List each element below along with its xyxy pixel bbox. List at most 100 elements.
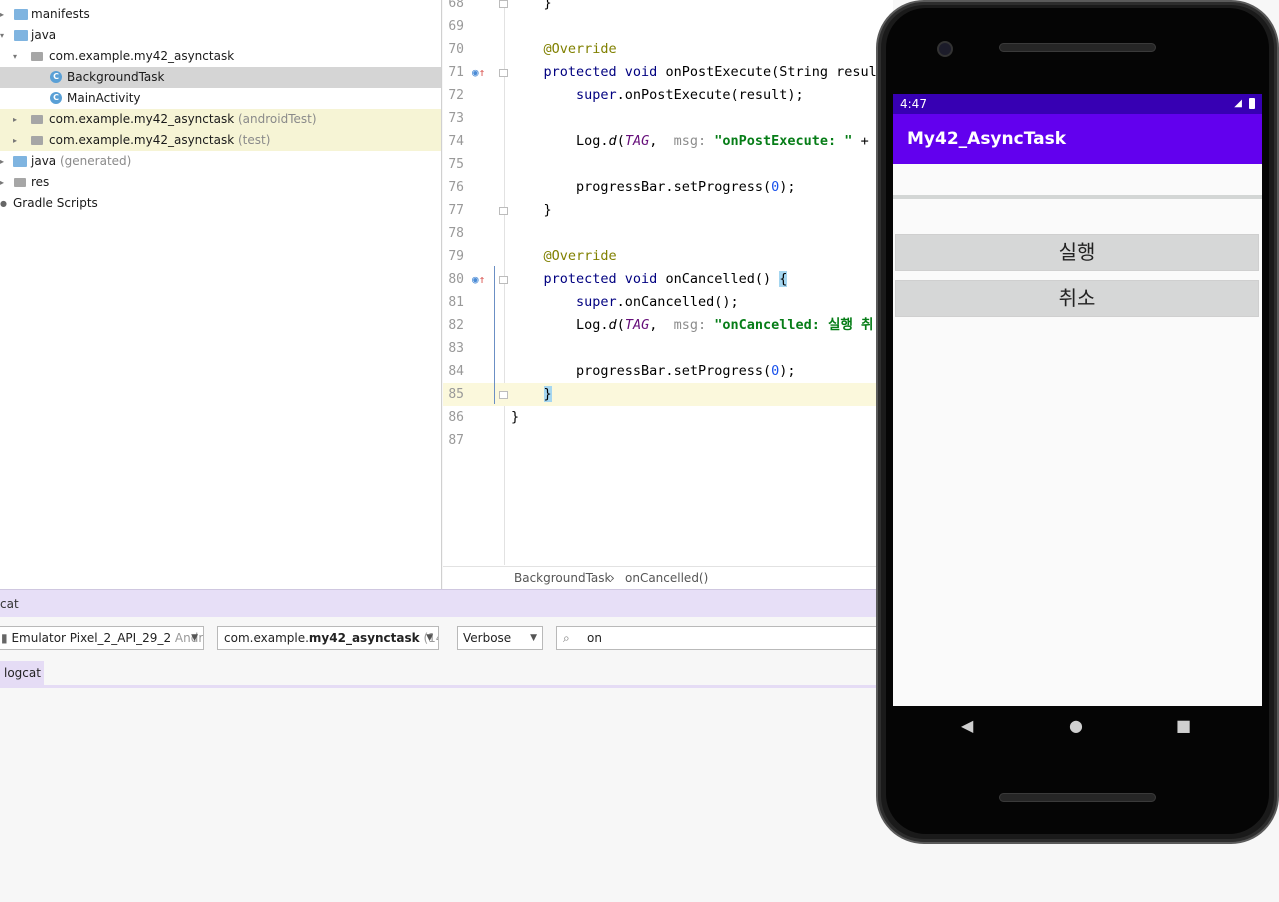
- tree-label: com.example.my42_asynctask: [49, 49, 235, 63]
- line-number: 76: [448, 180, 464, 195]
- home-icon[interactable]: ●: [1069, 716, 1083, 735]
- code-line[interactable]: 72 super.onPostExecute(result);: [443, 84, 893, 107]
- cancel-button[interactable]: 취소: [895, 280, 1259, 317]
- log-level-select[interactable]: Verbose ▼: [457, 626, 543, 650]
- tree-item-gradle-scripts[interactable]: ● Gradle Scripts: [0, 193, 441, 214]
- expanded-arrow-icon[interactable]: ▾: [13, 46, 23, 67]
- fold-icon[interactable]: [499, 276, 508, 284]
- code-line[interactable]: 82 Log.d(TAG, msg: "onCancelled: 실행 취: [443, 314, 893, 337]
- code-line[interactable]: 81 super.onCancelled();: [443, 291, 893, 314]
- status-bar: 4:47 ◢: [893, 94, 1262, 114]
- breadcrumb: BackgroundTask › onCancelled(): [443, 566, 893, 589]
- desktop: ▸ manifests ▾ java ▾ com.example.my42_as…: [0, 0, 1279, 902]
- line-number: 80: [448, 272, 464, 287]
- code-line[interactable]: 77 }: [443, 199, 893, 222]
- line-number: 74: [448, 134, 464, 149]
- code-line[interactable]: 84 progressBar.setProgress(0);: [443, 360, 893, 383]
- run-button[interactable]: 실행: [895, 234, 1259, 271]
- code-line[interactable]: 80 ◉↑ protected void onCancelled() {: [443, 268, 893, 291]
- code-editor[interactable]: 68 } 69 70 @Override 71 ◉↑ protected void on…: [443, 0, 893, 589]
- code-line[interactable]: 71 ◉↑ protected void onPostExecute(String…: [443, 61, 893, 84]
- breadcrumb-method[interactable]: onCancelled(): [625, 567, 708, 590]
- line-number: 85: [448, 387, 464, 402]
- code-line[interactable]: 70 @Override: [443, 38, 893, 61]
- line-number: 84: [448, 364, 464, 379]
- code-line[interactable]: 83: [443, 337, 893, 360]
- tree-label: java (generated): [31, 154, 132, 168]
- code-text: }: [543, 202, 552, 218]
- code-line[interactable]: 85 }: [443, 383, 893, 406]
- code-text: }: [511, 409, 520, 425]
- code-line[interactable]: 76 progressBar.setProgress(0);: [443, 176, 893, 199]
- line-number: 79: [448, 249, 464, 264]
- package-icon: [31, 115, 43, 124]
- recents-icon[interactable]: ■: [1176, 716, 1191, 735]
- code-line[interactable]: 79 @Override: [443, 245, 893, 268]
- code-line[interactable]: 86}: [443, 406, 893, 429]
- progress-bar: [893, 195, 1262, 199]
- tree-label: MainActivity: [67, 91, 141, 105]
- code-line[interactable]: 87: [443, 429, 893, 452]
- tree-item-res[interactable]: ▸ res: [0, 172, 441, 193]
- collapsed-arrow-icon[interactable]: ▸: [0, 151, 10, 172]
- tree-label: Gradle Scripts: [13, 196, 98, 210]
- tree-label: BackgroundTask: [67, 70, 165, 84]
- folder-icon: [14, 178, 26, 187]
- collapsed-arrow-icon[interactable]: ▸: [0, 4, 10, 25]
- code-text: protected void onCancelled() {: [543, 271, 788, 287]
- fold-icon[interactable]: [499, 391, 508, 399]
- device-select[interactable]: ▮ Emulator Pixel_2_API_29_2 Andr ▼: [0, 626, 204, 650]
- code-line[interactable]: 68 }: [443, 0, 893, 15]
- fold-icon[interactable]: [499, 207, 508, 215]
- collapsed-arrow-icon[interactable]: ▸: [0, 172, 10, 193]
- phone-screen: 4:47 ◢ My42_AsyncTask 실행 취소: [893, 94, 1262, 706]
- tab-logcat[interactable]: logcat: [0, 661, 44, 685]
- override-method-icon[interactable]: ◉↑: [472, 61, 485, 84]
- back-icon[interactable]: ◀: [961, 716, 973, 735]
- device-name: Emulator Pixel_2_API_29_2: [11, 631, 172, 645]
- breadcrumb-class[interactable]: BackgroundTask: [514, 567, 612, 590]
- line-number: 72: [448, 88, 464, 103]
- code-text: progressBar.setProgress(0);: [576, 363, 796, 379]
- tree-item-test[interactable]: ▸ com.example.my42_asynctask (test): [0, 130, 441, 151]
- logcat-toolbar: ▮ Emulator Pixel_2_API_29_2 Andr ▼ com.e…: [0, 617, 893, 661]
- tree-item-backgroundtask[interactable]: C BackgroundTask: [0, 67, 441, 88]
- camera-icon: [937, 41, 953, 57]
- device-suffix: Andr: [174, 631, 204, 645]
- expanded-arrow-icon[interactable]: ▾: [0, 25, 10, 46]
- package-select[interactable]: com.example.my42_asynctask (14 ▼: [217, 626, 439, 650]
- chevron-down-icon: ▼: [530, 633, 537, 643]
- code-text: progressBar.setProgress(0);: [576, 179, 796, 195]
- code-text: }: [543, 386, 552, 402]
- package-prefix: com.example.: [224, 631, 309, 645]
- collapsed-arrow-icon[interactable]: ▸: [13, 130, 23, 151]
- collapsed-arrow-icon[interactable]: ▸: [13, 109, 23, 130]
- speaker-grille: [999, 43, 1156, 52]
- logcat-header: cat: [0, 589, 893, 617]
- search-icon: ⌕: [563, 631, 570, 645]
- package-icon: [31, 52, 43, 61]
- project-tree: ▸ manifests ▾ java ▾ com.example.my42_as…: [0, 0, 442, 589]
- code-text: super.onPostExecute(result);: [576, 87, 804, 103]
- status-time: 4:47: [900, 97, 927, 111]
- search-value: on: [587, 631, 602, 645]
- tree-item-java[interactable]: ▾ java: [0, 25, 441, 46]
- fold-icon[interactable]: [499, 0, 508, 8]
- breadcrumb-separator: ›: [610, 571, 615, 585]
- code-line[interactable]: 69: [443, 15, 893, 38]
- code-line[interactable]: 73: [443, 107, 893, 130]
- search-input[interactable]: ⌕ on: [556, 626, 893, 650]
- override-method-icon[interactable]: ◉↑: [472, 268, 485, 291]
- code-line[interactable]: 74 Log.d(TAG, msg: "onPostExecute: " + r: [443, 130, 893, 153]
- tree-item-mainactivity[interactable]: C MainActivity: [0, 88, 441, 109]
- fold-icon[interactable]: [499, 69, 508, 77]
- logcat-title: cat: [0, 597, 19, 611]
- code-text: @Override: [543, 41, 617, 57]
- tree-item-manifests[interactable]: ▸ manifests: [0, 4, 441, 25]
- code-line[interactable]: 78: [443, 222, 893, 245]
- code-line[interactable]: 75: [443, 153, 893, 176]
- tree-item-android-test[interactable]: ▸ com.example.my42_asynctask (androidTes…: [0, 109, 441, 130]
- folder-icon: [13, 156, 27, 167]
- tree-item-package[interactable]: ▾ com.example.my42_asynctask: [0, 46, 441, 67]
- tree-item-java-generated[interactable]: ▸ java (generated): [0, 151, 441, 172]
